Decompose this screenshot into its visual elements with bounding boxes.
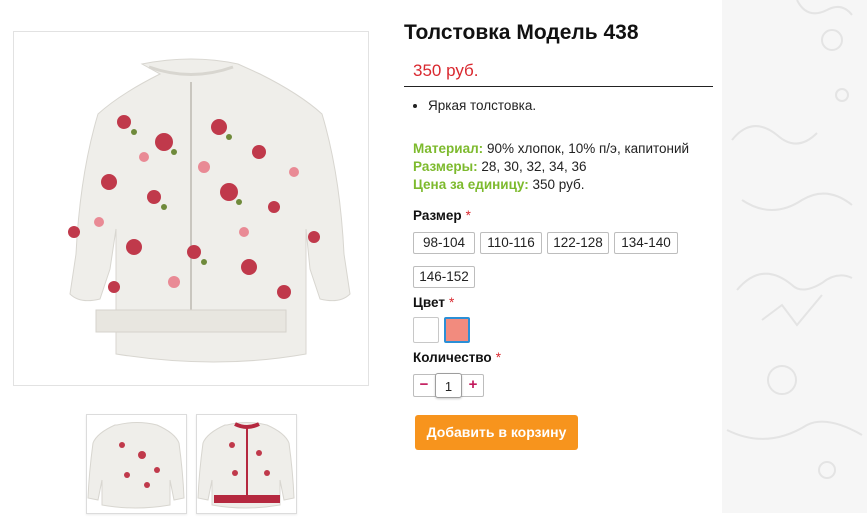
quantity-label: Количество *: [413, 350, 501, 365]
quantity-increase-button[interactable]: +: [463, 375, 483, 396]
color-label-text: Цвет: [413, 295, 445, 310]
price-divider: [404, 86, 713, 87]
quantity-label-text: Количество: [413, 350, 492, 365]
required-mark: *: [465, 208, 471, 223]
quantity-input[interactable]: 1: [435, 373, 462, 398]
quantity-decrease-button[interactable]: −: [414, 375, 434, 396]
spec-material: Материал: 90% хлопок, 10% п/э, капитоний: [413, 140, 689, 158]
description-item: Яркая толстовка.: [428, 98, 536, 113]
size-option-110-116[interactable]: 110-116: [480, 232, 542, 254]
decorative-background: [722, 0, 867, 513]
spec-label: Цена за единицу:: [413, 177, 529, 192]
product-title: Толстовка Модель 438: [404, 21, 639, 44]
product-description-list: Яркая толстовка.: [412, 98, 536, 113]
color-swatch-white[interactable]: [413, 317, 439, 343]
thumbnail-front[interactable]: [86, 414, 187, 514]
size-option-98-104[interactable]: 98-104: [413, 232, 475, 254]
spec-value: 350 руб.: [532, 177, 585, 192]
size-label-text: Размер: [413, 208, 462, 223]
product-main-image[interactable]: [13, 31, 369, 386]
required-mark: *: [495, 350, 501, 365]
spec-sizes: Размеры: 28, 30, 32, 34, 36: [413, 158, 689, 176]
spec-value: 28, 30, 32, 34, 36: [481, 159, 587, 174]
size-option-122-128[interactable]: 122-128: [547, 232, 609, 254]
product-specs: Материал: 90% хлопок, 10% п/э, капитоний…: [413, 140, 689, 194]
add-to-cart-button[interactable]: Добавить в корзину: [415, 415, 578, 450]
size-label: Размер *: [413, 208, 471, 223]
spec-label: Материал:: [413, 141, 484, 156]
thumbnail-alt-color[interactable]: [196, 414, 297, 514]
size-option-146-152[interactable]: 146-152: [413, 266, 475, 288]
spec-unit-price: Цена за единицу: 350 руб.: [413, 176, 689, 194]
product-price: 350 руб.: [413, 61, 479, 80]
size-option-134-140[interactable]: 134-140: [614, 232, 678, 254]
quantity-stepper: − 1 +: [413, 373, 484, 398]
color-label: Цвет *: [413, 295, 454, 310]
color-swatch-salmon[interactable]: [444, 317, 470, 343]
spec-value: 90% хлопок, 10% п/э, капитоний: [486, 141, 690, 156]
required-mark: *: [448, 295, 455, 310]
spec-label: Размеры:: [413, 159, 478, 174]
